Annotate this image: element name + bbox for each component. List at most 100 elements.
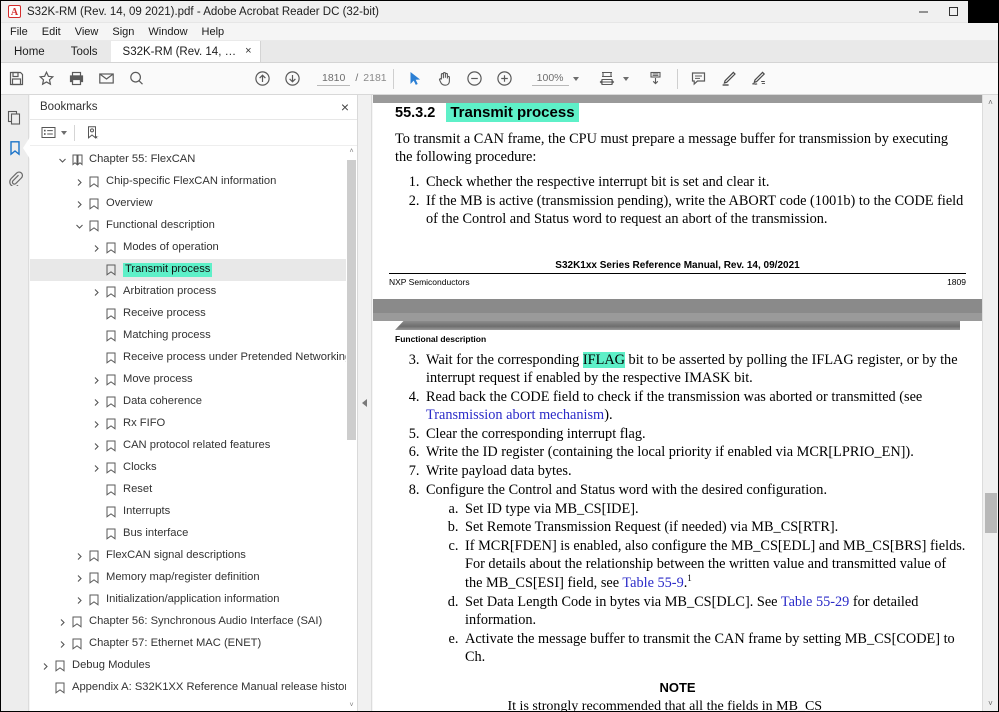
close-icon[interactable]: × (341, 100, 349, 114)
bookmark-item[interactable]: Appendix A: S32K1XX Reference Manual rel… (30, 677, 357, 699)
table-55-29-link[interactable]: Table 55-29 (781, 594, 849, 610)
chevron-right-icon[interactable] (89, 420, 103, 429)
bookmark-item[interactable]: Arbitration process (30, 281, 357, 303)
bookmark-item[interactable]: Chapter 56: Synchronous Audio Interface … (30, 611, 357, 633)
menu-sign[interactable]: Sign (105, 25, 141, 39)
chevron-right-icon[interactable] (38, 662, 52, 671)
menu-view[interactable]: View (68, 25, 106, 39)
bookmark-item[interactable]: Rx FIFO (30, 413, 357, 435)
fit-page-button[interactable] (593, 64, 623, 94)
next-page-button[interactable] (277, 64, 307, 94)
bookmark-options-chevron-icon[interactable] (61, 130, 67, 135)
list-item: Read back the CODE field to check if the… (423, 388, 966, 424)
fit-page-chevron-icon[interactable] (622, 76, 629, 81)
chevron-right-icon[interactable] (72, 596, 86, 605)
minimize-button[interactable] (908, 1, 938, 23)
chevron-right-icon[interactable] (89, 288, 103, 297)
bookmark-item[interactable]: Move process (30, 369, 357, 391)
bookmark-item[interactable]: Initialization/application information (30, 589, 357, 611)
fill-and-sign-button[interactable] (744, 64, 774, 94)
chevron-down-icon[interactable] (55, 156, 69, 165)
scroll-down-icon[interactable]: ˅ (983, 696, 998, 711)
menu-edit[interactable]: Edit (35, 25, 68, 39)
zoom-in-button[interactable] (490, 64, 520, 94)
new-bookmark-button[interactable] (82, 122, 103, 144)
bookmark-item[interactable]: FlexCAN signal descriptions (30, 545, 357, 567)
page-thumbnails-button[interactable] (1, 103, 29, 133)
bookmark-item[interactable]: Debug Modules (30, 655, 357, 677)
maximize-button[interactable] (938, 1, 968, 23)
panel-splitter[interactable] (358, 95, 372, 711)
bookmark-item[interactable]: Modes of operation (30, 237, 357, 259)
bookmarks-scroll-thumb[interactable] (347, 160, 356, 440)
find-button[interactable] (121, 64, 151, 94)
hand-tool-button[interactable] (430, 64, 460, 94)
chevron-right-icon[interactable] (72, 200, 86, 209)
bookmark-item[interactable]: Memory map/register definition (30, 567, 357, 589)
document-scroll-thumb[interactable] (985, 493, 997, 533)
bookmark-item[interactable]: Data coherence (30, 391, 357, 413)
tab-tools[interactable]: Tools (57, 41, 111, 62)
bookmark-item[interactable]: Matching process (30, 325, 357, 347)
scroll-up-icon[interactable]: ˄ (346, 146, 357, 157)
transmission-abort-mechanism-link[interactable]: Transmission abort mechanism (426, 407, 604, 423)
previous-page-button[interactable] (247, 64, 277, 94)
highlight-text-button[interactable] (714, 64, 744, 94)
scroll-down-icon[interactable]: ˅ (346, 700, 357, 711)
email-button[interactable] (91, 64, 121, 94)
chevron-down-icon[interactable] (72, 222, 86, 231)
close-icon[interactable]: × (245, 46, 251, 57)
chevron-right-icon[interactable] (55, 618, 69, 627)
menu-window[interactable]: Window (141, 25, 194, 39)
bookmark-options-button[interactable] (38, 122, 59, 144)
menu-file[interactable]: File (3, 25, 35, 39)
chevron-right-icon[interactable] (72, 178, 86, 187)
chevron-right-icon[interactable] (72, 552, 86, 561)
bookmark-item[interactable]: Receive process (30, 303, 357, 325)
bookmarks-tree[interactable]: Chapter 55: FlexCAN Chip-specific FlexCAN… (30, 146, 357, 711)
add-to-favorites-button[interactable] (31, 64, 61, 94)
bookmark-item[interactable]: CAN protocol related features (30, 435, 357, 457)
chevron-right-icon[interactable] (89, 244, 103, 253)
collapse-panel-icon[interactable] (362, 399, 367, 407)
bookmark-item-label: Move process (123, 373, 193, 386)
document-scrollbar[interactable]: ˄ ˅ (982, 95, 998, 711)
bookmark-item[interactable]: Bus interface (30, 523, 357, 545)
bookmark-item[interactable]: Clocks (30, 457, 357, 479)
bookmark-item[interactable]: Chapter 57: Ethernet MAC (ENET) (30, 633, 357, 655)
zoom-out-button[interactable] (460, 64, 490, 94)
bookmark-item[interactable]: Functional description (30, 215, 357, 237)
bookmark-item[interactable]: Receive process under Pretended Networki… (30, 347, 357, 369)
print-button[interactable] (61, 64, 91, 94)
bookmarks-scrollbar[interactable]: ˄ ˅ (346, 146, 357, 711)
scroll-up-icon[interactable]: ˄ (983, 95, 998, 110)
tab-document[interactable]: S32K-RM (Rev. 14, … × (110, 41, 261, 62)
bookmark-item[interactable]: Reset (30, 479, 357, 501)
chevron-right-icon[interactable] (72, 574, 86, 583)
page-number-input[interactable]: 1810 (317, 72, 351, 86)
zoom-control[interactable]: 100% (531, 72, 579, 86)
attachments-button[interactable] (1, 163, 29, 193)
close-button[interactable] (968, 1, 998, 23)
chevron-right-icon[interactable] (89, 376, 103, 385)
bookmark-item[interactable]: Chip-specific FlexCAN information (30, 171, 357, 193)
menu-help[interactable]: Help (195, 25, 232, 39)
bookmark-item[interactable]: Overview (30, 193, 357, 215)
bookmark-item[interactable]: Interrupts (30, 501, 357, 523)
chevron-right-icon[interactable] (55, 640, 69, 649)
bookmarks-button[interactable] (1, 133, 30, 163)
page-display-button[interactable] (641, 64, 671, 94)
pdf-pages[interactable]: 55.3.2 Transmit process To transmit a CA… (373, 95, 982, 711)
chevron-right-icon[interactable] (89, 442, 103, 451)
chevron-right-icon[interactable] (89, 398, 103, 407)
bookmark-item[interactable]: Chapter 55: FlexCAN (30, 149, 357, 171)
bookmark-item[interactable]: Transmit process (30, 259, 357, 281)
zoom-level-value[interactable]: 100% (531, 72, 569, 86)
add-comment-button[interactable] (684, 64, 714, 94)
chevron-down-icon[interactable] (572, 76, 579, 81)
select-cursor-button[interactable] (400, 64, 430, 94)
tab-home[interactable]: Home (1, 41, 58, 62)
save-button[interactable] (1, 64, 31, 94)
table-55-9-link[interactable]: Table 55-9 (622, 575, 683, 591)
chevron-right-icon[interactable] (89, 464, 103, 473)
